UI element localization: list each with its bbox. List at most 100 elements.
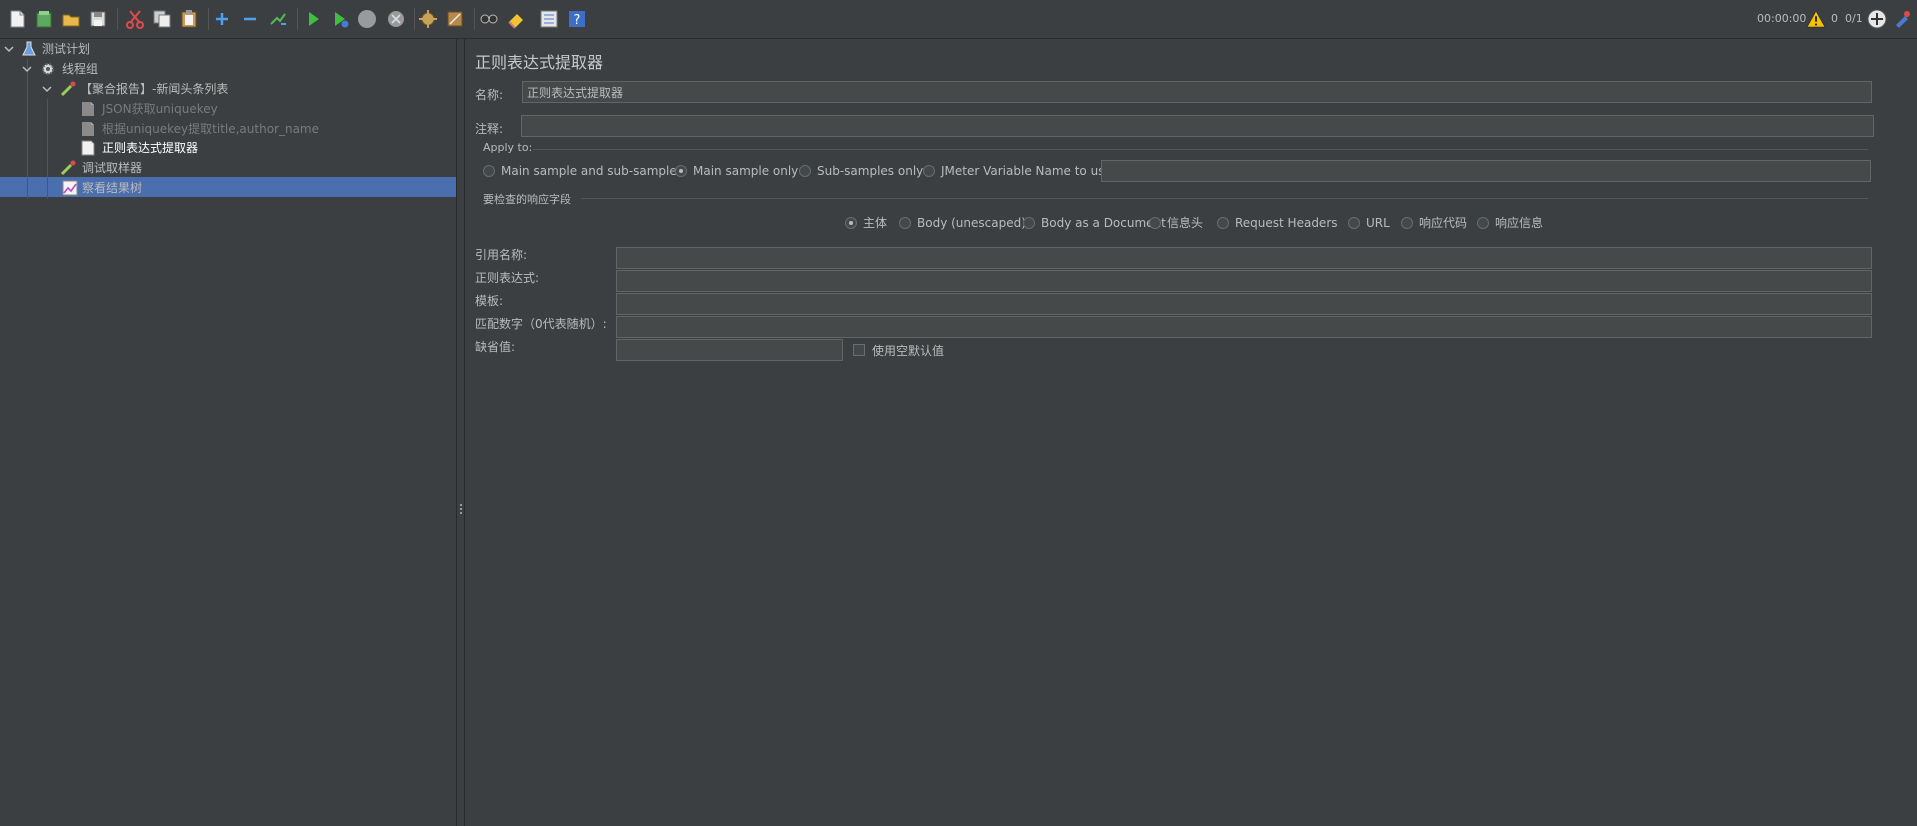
field-response-code-radio[interactable]: 响应代码: [1401, 214, 1467, 232]
document-icon: [81, 140, 95, 156]
apply-sub-only-radio[interactable]: Sub-samples only: [799, 162, 923, 180]
svg-text:?: ?: [574, 13, 581, 28]
field-to-check-legend: 要检查的响应字段: [483, 193, 571, 206]
use-empty-default-checkbox[interactable]: [853, 344, 865, 356]
chevron-down-icon[interactable]: [21, 59, 33, 79]
radio-dot: [1023, 216, 1035, 229]
radio-dot: [1401, 216, 1413, 229]
tree-item-debug-sampler[interactable]: 调试取样器: [0, 158, 456, 178]
regex-field[interactable]: [616, 270, 1872, 292]
name-field[interactable]: [522, 81, 1872, 103]
toggle-icon[interactable]: [267, 8, 289, 30]
radio-dot: [675, 164, 687, 177]
ref-name-field[interactable]: [616, 247, 1872, 269]
match-no-field[interactable]: [616, 316, 1872, 338]
apply-to-legend: Apply to:: [483, 141, 533, 154]
elapsed-timer: 00:00:00: [1757, 12, 1807, 25]
main-toolbar: ? 00:00:00 0 0/1: [0, 0, 1917, 39]
name-label: 名称:: [475, 88, 504, 102]
regex-extractor-panel: 正则表达式提取器 名称: 注释: Apply to: Main sample a…: [465, 39, 1917, 826]
radio-dot: [899, 216, 911, 229]
comment-label: 注释:: [475, 122, 504, 136]
field-headers-radio[interactable]: 信息头: [1149, 214, 1203, 232]
tree-item-http-sampler[interactable]: 【聚合报告】-新闻头条列表: [0, 79, 456, 99]
warning-icon[interactable]: [1806, 9, 1826, 29]
radio-label: 响应代码: [1419, 216, 1468, 230]
pipette-icon: [60, 81, 76, 97]
radio-label: Sub-samples only: [817, 164, 924, 178]
radio-dot: [1348, 216, 1360, 229]
chevron-down-icon[interactable]: [41, 79, 53, 99]
radio-dot: [923, 164, 935, 177]
tree-item-test-plan[interactable]: 测试计划: [0, 39, 456, 59]
collapse-all-icon[interactable]: [239, 8, 261, 30]
apply-main-only-radio[interactable]: Main sample only: [675, 162, 798, 180]
shutdown-icon[interactable]: [385, 8, 407, 30]
jmeter-variable-field[interactable]: [1101, 160, 1871, 182]
tree-item-regex-extractor[interactable]: 正则表达式提取器: [0, 138, 456, 158]
regex-label: 正则表达式:: [475, 271, 540, 285]
field-url-radio[interactable]: URL: [1348, 214, 1390, 232]
expand-all-icon[interactable]: [211, 8, 233, 30]
template-label: 模板:: [475, 294, 504, 308]
start-no-pauses-icon[interactable]: [329, 8, 351, 30]
use-empty-default-label: 使用空默认值: [872, 344, 945, 358]
active-threads: 0/1: [1845, 12, 1863, 25]
document-icon: [82, 122, 94, 136]
theme-icon[interactable]: [1891, 8, 1913, 30]
page-title: 正则表达式提取器: [475, 53, 604, 72]
templates-icon[interactable]: [33, 8, 55, 30]
field-body-unescaped-radio[interactable]: Body (unescaped): [899, 214, 1026, 232]
radio-label: Body (unescaped): [917, 216, 1026, 230]
remote-start-icon[interactable]: [417, 8, 439, 30]
save-icon[interactable]: [87, 8, 109, 30]
help-icon[interactable]: ?: [566, 8, 588, 30]
tree-item-results-tree[interactable]: 察看结果树: [0, 178, 456, 198]
remote-stop-icon[interactable]: [444, 8, 466, 30]
tree-item-label: 根据uniquekey提取title,author_name: [102, 122, 320, 136]
default-value-field[interactable]: [616, 339, 843, 361]
default-value-label: 缺省值:: [475, 340, 516, 354]
radio-label: 响应信息: [1495, 216, 1544, 230]
field-body-radio[interactable]: 主体: [845, 214, 887, 232]
template-field[interactable]: [616, 293, 1872, 315]
tree-item-json-extractor[interactable]: JSON获取uniquekey: [0, 99, 456, 119]
tree-item-json-extractor-2[interactable]: 根据uniquekey提取title,author_name: [0, 119, 456, 139]
clear-icon[interactable]: [505, 8, 527, 30]
split-pane-divider[interactable]: [456, 39, 465, 826]
tree-item-label: 察看结果树: [82, 181, 143, 195]
copy-icon[interactable]: [151, 8, 173, 30]
test-plan-tree: 测试计划 线程组 【聚合报告】-新闻头条列表 JSON获取uniquekey 根…: [0, 39, 456, 826]
ref-name-label: 引用名称:: [475, 248, 528, 262]
stop-icon[interactable]: [356, 8, 378, 30]
tree-item-thread-group[interactable]: 线程组: [0, 59, 456, 79]
pipette-icon: [60, 160, 76, 176]
radio-dot: [1217, 216, 1229, 229]
tree-item-label: 调试取样器: [82, 161, 143, 175]
cut-icon[interactable]: [124, 8, 146, 30]
radio-dot: [845, 216, 857, 229]
search-icon[interactable]: [478, 8, 500, 30]
function-helper-icon[interactable]: [538, 8, 560, 30]
tree-item-label: 线程组: [62, 62, 99, 76]
radio-dot: [1477, 216, 1489, 229]
new-icon[interactable]: [6, 8, 28, 30]
chevron-down-icon[interactable]: [3, 39, 15, 59]
field-body-as-document-radio[interactable]: Body as a Document: [1023, 214, 1166, 232]
tree-item-label: 测试计划: [42, 42, 91, 56]
match-no-label: 匹配数字（0代表随机）:: [475, 317, 607, 331]
field-response-message-radio[interactable]: 响应信息: [1477, 214, 1543, 232]
radio-label: 主体: [863, 216, 888, 230]
radio-dot: [799, 164, 811, 177]
apply-main-and-sub-radio[interactable]: Main sample and sub-samples: [483, 162, 683, 180]
log-viewer-icon[interactable]: [1866, 8, 1888, 30]
open-icon[interactable]: [60, 8, 82, 30]
gear-icon: [42, 63, 54, 75]
field-request-headers-radio[interactable]: Request Headers: [1217, 214, 1338, 232]
tree-item-label: 正则表达式提取器: [102, 141, 199, 155]
radio-label: Main sample and sub-samples: [501, 164, 683, 178]
comment-field[interactable]: [521, 115, 1874, 137]
apply-jmeter-variable-radio[interactable]: JMeter Variable Name to use: [923, 162, 1112, 180]
paste-icon[interactable]: [178, 8, 200, 30]
start-icon[interactable]: [302, 8, 324, 30]
